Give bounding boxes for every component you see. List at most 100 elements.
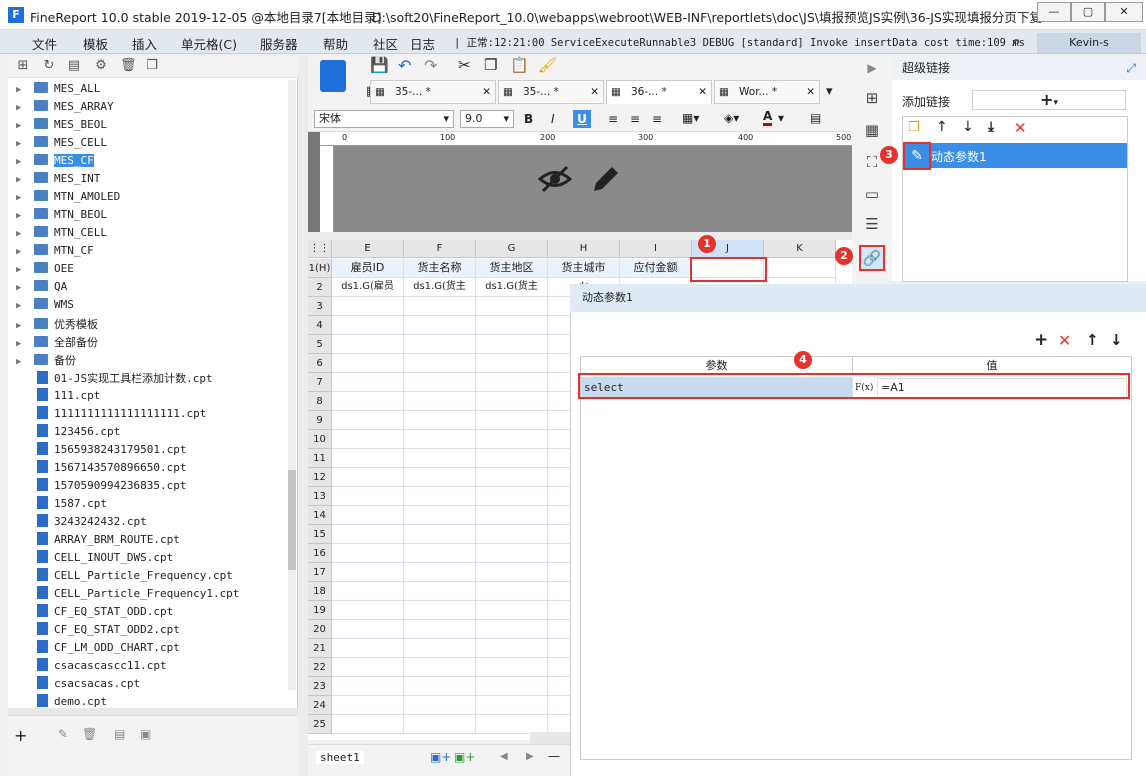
chevron-down-icon[interactable]: ▾	[778, 111, 784, 125]
trash-icon[interactable]: 🗑	[82, 727, 97, 741]
row-header[interactable]: 14	[308, 506, 332, 525]
grid-cell[interactable]	[332, 411, 404, 430]
font-family-select[interactable]: 宋体 ▾	[314, 110, 454, 128]
copy-link-icon[interactable]: ❐	[908, 120, 920, 135]
paste-icon[interactable]: 📋	[510, 56, 529, 74]
tree-file[interactable]: csacascascc11.cpt	[16, 658, 167, 676]
add-param-icon[interactable]: +	[1034, 330, 1048, 350]
row-header[interactable]: 5	[308, 335, 332, 354]
widget-icon[interactable]: ▭	[862, 184, 882, 204]
row-header[interactable]: 1(H)	[308, 259, 332, 278]
maximize-button[interactable]: ▢	[1071, 2, 1105, 22]
row-header[interactable]: 19	[308, 601, 332, 620]
column-header[interactable]: F	[404, 240, 476, 258]
grid-cell[interactable]	[332, 639, 404, 658]
zoom-out-icon[interactable]: —	[548, 749, 560, 763]
grid-cell[interactable]: ds1.G(雇员	[332, 278, 404, 297]
expand-arrow-icon[interactable]: ▶	[16, 193, 26, 203]
tree-file[interactable]: 111.cpt	[16, 388, 100, 406]
tree-folder[interactable]: ▶ QA	[16, 280, 67, 298]
row-header[interactable]: 11	[308, 449, 332, 468]
tab-close-icon[interactable]: ✕	[698, 81, 707, 103]
grid-cell[interactable]	[476, 430, 548, 449]
grid-cell[interactable]	[476, 468, 548, 487]
add-sheet-icon[interactable]: ▣+	[430, 750, 451, 764]
row-header[interactable]: 8	[308, 392, 332, 411]
row-header[interactable]: 2	[308, 278, 332, 297]
splitter[interactable]	[298, 56, 308, 776]
tree-file[interactable]: CELL_Particle_Frequency1.cpt	[16, 586, 239, 604]
italic-icon[interactable]: I	[551, 112, 555, 126]
grid-cell[interactable]: ds1.G(货主	[476, 278, 548, 297]
image-icon[interactable]: ▣	[140, 727, 151, 741]
expand-arrow-icon[interactable]: ▶	[16, 175, 26, 185]
cut-icon[interactable]: ✂	[458, 56, 471, 74]
grid-cell[interactable]	[404, 297, 476, 316]
tree-folder[interactable]: ▶ OEE	[16, 262, 74, 280]
condition-attribute-icon[interactable]: ☰	[862, 214, 882, 234]
grid-cell[interactable]	[404, 525, 476, 544]
delete-param-icon[interactable]: ✕	[1058, 331, 1071, 350]
font-color-icon[interactable]: A	[763, 109, 773, 126]
grid-cell[interactable]	[404, 696, 476, 715]
grid-cell[interactable]	[332, 316, 404, 335]
row-header[interactable]: 9	[308, 411, 332, 430]
move-bottom-icon[interactable]: ⤓	[988, 119, 994, 135]
grid-cell[interactable]	[476, 373, 548, 392]
grid-cell[interactable]	[404, 677, 476, 696]
align-center-icon[interactable]: ≡	[630, 112, 640, 126]
row-header[interactable]: 22	[308, 658, 332, 677]
grid-cell[interactable]	[404, 487, 476, 506]
tree-file[interactable]: CF_LM_ODD_CHART.cpt	[16, 640, 180, 658]
save-icon[interactable]: 💾	[370, 56, 389, 74]
edit-icon[interactable]: ▤	[67, 59, 81, 73]
row-header[interactable]: 23	[308, 677, 332, 696]
grid-cell[interactable]	[476, 335, 548, 354]
param-up-icon[interactable]: ↑	[1086, 331, 1099, 349]
expand-panel-icon[interactable]: ⤢	[1126, 56, 1136, 80]
grid-cell[interactable]	[332, 677, 404, 696]
grid-cell[interactable]	[404, 582, 476, 601]
grid-cell[interactable]	[404, 563, 476, 582]
expand-arrow-icon[interactable]: ▶	[16, 121, 26, 131]
grid-cell[interactable]: ds1.G(货主	[404, 278, 476, 297]
next-sheet-icon[interactable]: ▶	[526, 751, 534, 762]
row-header[interactable]: 20	[308, 620, 332, 639]
search-icon[interactable]: ⌕	[1012, 31, 1021, 51]
tree-folder[interactable]: ▶ MTN_CF	[16, 244, 94, 262]
hyperlink-icon-box[interactable]: 🔗	[859, 245, 885, 271]
grid-cell[interactable]	[476, 601, 548, 620]
grid-cell[interactable]	[476, 544, 548, 563]
param-down-icon[interactable]: ↓	[1110, 331, 1123, 349]
row-header[interactable]: 10	[308, 430, 332, 449]
grid-cell[interactable]	[476, 658, 548, 677]
tree-scrollbar-thumb[interactable]	[288, 470, 296, 570]
tree-file[interactable]: ARRAY_BRM_ROUTE.cpt	[16, 532, 180, 550]
eye-hidden-icon[interactable]	[538, 164, 572, 194]
tree-file[interactable]: CF_EQ_STAT_ODD.cpt	[16, 604, 173, 622]
copy-icon[interactable]: ❐	[484, 56, 497, 74]
tab-close-icon[interactable]: ✕	[482, 81, 491, 103]
grid-cell[interactable]	[332, 506, 404, 525]
grid-cell[interactable]: 货主名称	[404, 259, 476, 278]
settings-icon[interactable]: ⚙	[94, 59, 108, 73]
float-element-icon[interactable]: ⛶	[862, 152, 882, 172]
tree-folder[interactable]: ▶ MTN_BEOL	[16, 208, 107, 226]
menu-insert[interactable]: 插入	[132, 34, 157, 53]
row-header[interactable]: 7	[308, 373, 332, 392]
grid-cell[interactable]	[476, 354, 548, 373]
grid-cell[interactable]	[332, 658, 404, 677]
row-header[interactable]: 17	[308, 563, 332, 582]
merge-icon[interactable]: ▤	[810, 111, 821, 125]
tab-close-icon[interactable]: ✕	[806, 81, 815, 103]
grid-cell[interactable]	[332, 696, 404, 715]
column-header[interactable]: I	[620, 240, 692, 258]
grid-cell[interactable]	[476, 297, 548, 316]
expand-arrow-icon[interactable]: ▶	[16, 301, 26, 311]
row-header[interactable]: 15	[308, 525, 332, 544]
menu-template[interactable]: 模板	[83, 34, 108, 53]
tree-folder[interactable]: ▶ MES_ARRAY	[16, 100, 114, 118]
user-name[interactable]: Kevin-s	[1037, 33, 1141, 53]
bold-icon[interactable]: B	[524, 112, 533, 126]
add-link-button[interactable]: +▾	[972, 90, 1126, 110]
